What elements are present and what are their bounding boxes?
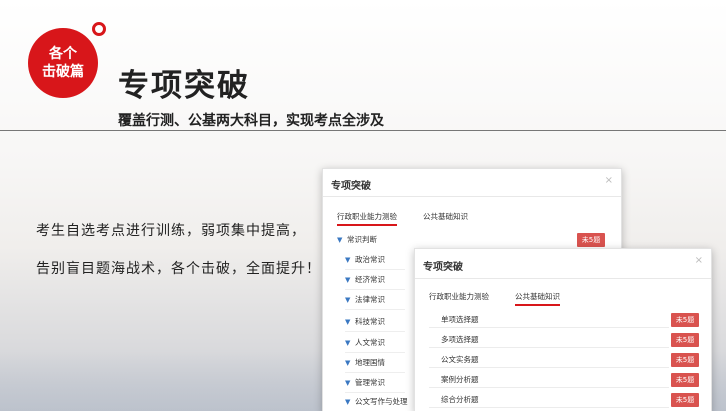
list-item[interactable]: ▼ 人文常识 [345,335,385,351]
list-item-label: 经济常识 [355,275,385,284]
list-item[interactable]: ▼ 科技常识 [345,314,385,330]
tab-xingce[interactable]: 行政职业能力测验 [337,211,397,226]
list-item[interactable]: ▼ 地理国情 [345,355,385,371]
list-item-label: 管理常识 [355,378,385,387]
section-label: 常识判断 [347,235,377,244]
panel-header: 专项突破 × [415,249,711,279]
list-item[interactable]: ▼ 政治常识 [345,252,385,268]
tab-gongji[interactable]: 公共基础知识 [515,291,560,306]
chevron-down-icon: ▼ [345,256,351,264]
list-item-label: 公文写作与处理 [355,397,408,406]
badge: 各个 击破篇 [28,28,98,98]
list-item-label: 政治常识 [355,255,385,264]
page-subtitle: 覆盖行测、公基两大科目，实现考点全涉及 [118,113,384,129]
list-item-label[interactable]: 单项选择题 [441,312,479,328]
list-item-label[interactable]: 案例分析题 [441,372,479,388]
divider [0,130,726,131]
practice-button[interactable]: 未5题 [671,333,699,347]
badge-dot-icon [92,22,106,36]
badge-line2: 击破篇 [42,64,84,80]
panel-title: 专项突破 [331,181,371,192]
list-item-label: 法律常识 [355,295,385,304]
row-divider [345,331,405,332]
section-row[interactable]: ▼ 常识判断 [337,232,377,248]
description-line-1: 考生自选考点进行训练，弱项集中提高， [36,223,306,239]
tab-gongji[interactable]: 公共基础知识 [423,211,468,224]
row-divider [345,352,405,353]
chevron-down-icon: ▼ [345,318,351,326]
list-item[interactable]: ▼ 管理常识 [345,375,385,391]
list-item-label[interactable]: 综合分析题 [441,392,479,408]
practice-button[interactable]: 未5题 [577,233,605,247]
practice-button[interactable]: 未5题 [671,353,699,367]
list-item-label: 科技常识 [355,317,385,326]
practice-button[interactable]: 未5题 [671,393,699,407]
tab-xingce[interactable]: 行政职业能力测验 [429,291,489,304]
badge-line1: 各个 [49,46,77,62]
row-divider [345,309,405,310]
chevron-down-icon: ▼ [345,296,351,304]
list-item-label: 人文常识 [355,338,385,347]
list-item-label: 地理国情 [355,358,385,367]
row-divider [345,269,405,270]
row-divider [345,289,405,290]
close-icon[interactable]: × [695,255,703,266]
list-item[interactable]: ▼ 法律常识 [345,292,385,308]
list-item-label[interactable]: 公文实务题 [441,352,479,368]
chevron-down-icon: ▼ [345,398,351,406]
description-line-2: 告别盲目题海战术，各个击破，全面提升！ [36,261,321,277]
chevron-down-icon: ▼ [345,359,351,367]
chevron-down-icon: ▼ [345,276,351,284]
panel-header: 专项突破 × [323,169,621,197]
row-divider [345,372,405,373]
chevron-down-icon: ▼ [345,379,351,387]
page-title: 专项突破 [118,68,250,104]
list-item[interactable]: ▼ 经济常识 [345,272,385,288]
list-item[interactable]: ▼ 公文写作与处理 [345,394,408,410]
chevron-down-icon: ▼ [337,236,343,244]
practice-button[interactable]: 未5题 [671,313,699,327]
row-divider [345,392,405,393]
panel-public-knowledge: 专项突破 × 行政职业能力测验 公共基础知识 单项选择题 未5题 多项选择题 未… [414,248,712,411]
list-item-label[interactable]: 多项选择题 [441,332,479,348]
chevron-down-icon: ▼ [345,339,351,347]
close-icon[interactable]: × [605,175,613,186]
practice-button[interactable]: 未5题 [671,373,699,387]
panel-title: 专项突破 [423,262,463,273]
